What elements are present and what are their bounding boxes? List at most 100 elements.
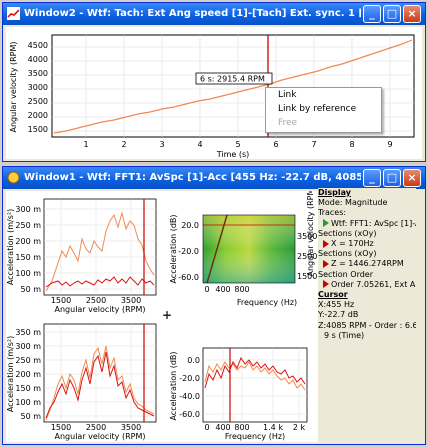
svg-text:0: 0 [204,423,209,432]
cursor-readout: 6 s: 2915.4 RPM [200,75,265,84]
close-button[interactable]: × [403,169,421,187]
window1-titlebar[interactable]: Window1 - Wtf: FFT1: AvSpc [1]-Acc [455 … [3,167,425,189]
x-tick-labels: 0 400 800 1.4 k 2 k [204,423,305,432]
svg-text:3: 3 [159,140,164,149]
trace-item[interactable]: Wtf: FFT1: AvSpc [1]-A [318,219,416,229]
svg-text:-40.0: -40.0 [179,392,200,401]
y-axis-label: Acceleration (dB) [169,351,178,420]
svg-text:2000: 2000 [28,111,48,120]
section-order-label: Section Order [318,269,373,279]
menu-item-link[interactable]: Link [266,89,381,102]
x-tick-labels: 0 400 800 [204,285,249,294]
display-header: Display [318,188,351,197]
window2-titlebar[interactable]: Window2 - Wtf: Tach: Ext Ang speed [1]-[… [3,3,425,25]
context-menu: Link Link by reference Free [265,87,382,133]
minimize-button[interactable]: _ [363,5,381,23]
svg-text:20.0: 20.0 [181,221,199,230]
order-item[interactable]: Order 7.05261, Ext Ang [318,280,416,290]
app-icon [7,171,20,184]
cursor-header: Cursor [318,290,348,300]
x-tick-labels: 1 2 3 4 5 6 7 8 9 [83,140,392,149]
mode-text: Mode: Magnitude [318,198,388,208]
svg-text:-60.0: -60.0 [178,273,199,282]
svg-text:7: 7 [311,140,316,149]
plot-spectrogram[interactable]: 20.0 -20.0 -60.0 3500 2500 1500 0 400 80… [163,191,319,315]
svg-text:800: 800 [234,285,249,294]
sections-label-1: Sections (xOy) [318,228,377,238]
y-tick-labels: 300 m 250 m 200 m 150 m 100 m 50 m [15,205,41,294]
y-tick-labels: 350 m 300 m 250 m 200 m 150 m 100 m 50 m [15,328,41,421]
y-right-axis-label: Angular velocity (RPM) [306,191,315,276]
window1-plots-area: 300 m 250 m 200 m 150 m 100 m 50 m 1500 … [6,191,319,442]
cursor-z: Z:4085 RPM - Order : 6.684 [318,320,416,330]
y-tick-labels: 4500 4000 3500 3000 2500 2000 1500 [28,41,48,134]
svg-text:2500: 2500 [28,97,48,106]
svg-text:50 m: 50 m [20,285,41,294]
y-axis-label: Acceleration (dB) [169,214,178,283]
svg-text:-20.0: -20.0 [179,374,200,383]
svg-text:1500: 1500 [51,423,71,432]
sections-label-2: Sections (xOy) [318,249,377,259]
svg-text:-60.0: -60.0 [179,410,200,419]
menu-item-link-by-reference[interactable]: Link by reference [266,103,381,116]
x-axis-label: Angular velocity (RPM) [55,432,146,441]
x-tick-labels: 1500 2500 3500 [51,296,141,305]
svg-text:2: 2 [121,140,126,149]
svg-text:100 m: 100 m [15,398,41,407]
trace-arrow-icon [323,219,329,228]
svg-text:4500: 4500 [28,41,48,50]
svg-text:200 m: 200 m [15,370,41,379]
svg-text:1: 1 [83,140,88,149]
window2-title: Window2 - Wtf: Tach: Ext Ang speed [1]-[… [24,8,361,19]
svg-text:100 m: 100 m [15,269,41,278]
svg-text:3500: 3500 [121,423,141,432]
window1-title: Window1 - Wtf: FFT1: AvSpc [1]-Acc [455 … [24,172,361,183]
svg-text:3500: 3500 [28,69,48,78]
cursor-time: 9 s (Time) [324,330,365,340]
x-axis-label: Angular velocity (RPM) [55,305,146,314]
svg-text:300 m: 300 m [15,342,41,351]
maximize-button[interactable]: □ [383,169,401,187]
svg-text:0: 0 [204,285,209,294]
svg-text:150 m: 150 m [15,384,41,393]
svg-text:300 m: 300 m [15,205,41,214]
cursor-y: Y:-22.7 dB [318,310,359,320]
svg-text:350 m: 350 m [15,328,41,337]
traces-label: Traces: [318,208,347,218]
x-axis-label: Frequency (Hz) [225,432,285,441]
close-button[interactable]: × [403,5,421,23]
maximize-button[interactable]: □ [383,5,401,23]
svg-text:150 m: 150 m [15,253,41,262]
menu-item-free[interactable]: Free [266,117,381,130]
svg-text:2500: 2500 [86,296,106,305]
svg-text:0.0: 0.0 [187,356,200,365]
svg-text:3000: 3000 [28,83,48,92]
svg-text:250 m: 250 m [15,221,41,230]
y-tick-labels: 20.0 -20.0 -60.0 [178,221,199,282]
plot-accel-vs-rpm-top[interactable]: 300 m 250 m 200 m 150 m 100 m 50 m 1500 … [6,191,162,315]
svg-text:50 m: 50 m [20,412,41,421]
plot-accel-vs-rpm-bottom[interactable]: 350 m 300 m 250 m 200 m 150 m 100 m 50 m… [6,318,162,442]
x-axis-label: Time (s) [216,150,250,159]
y-axis-label: Angular velocity (RPM) [9,42,18,133]
section-x-item[interactable]: X = 170Hz [318,239,416,249]
minimize-button[interactable]: _ [363,169,381,187]
svg-text:8: 8 [349,140,354,149]
section-arrow-icon [323,239,329,248]
section-arrow-icon [323,259,329,268]
svg-text:250 m: 250 m [15,356,41,365]
svg-text:1.4 k: 1.4 k [263,423,283,432]
app-icon [7,7,20,20]
svg-text:2 k: 2 k [293,423,306,432]
svg-text:1500: 1500 [51,296,71,305]
svg-text:800: 800 [234,423,249,432]
y-axis-label: Acceleration (m/s²) [6,336,15,412]
svg-text:4000: 4000 [28,55,48,64]
svg-text:400: 400 [215,285,230,294]
cursor-x: X:455 Hz [318,300,355,310]
section-z-item[interactable]: Z = 1446.274RPM [318,259,416,269]
svg-text:9: 9 [387,140,392,149]
plot-spectrum[interactable]: 0.0 -20.0 -40.0 -60.0 0 400 800 1.4 k 2 … [163,318,319,442]
x-tick-labels: 1500 2500 3500 [51,423,141,432]
svg-text:400: 400 [215,423,230,432]
